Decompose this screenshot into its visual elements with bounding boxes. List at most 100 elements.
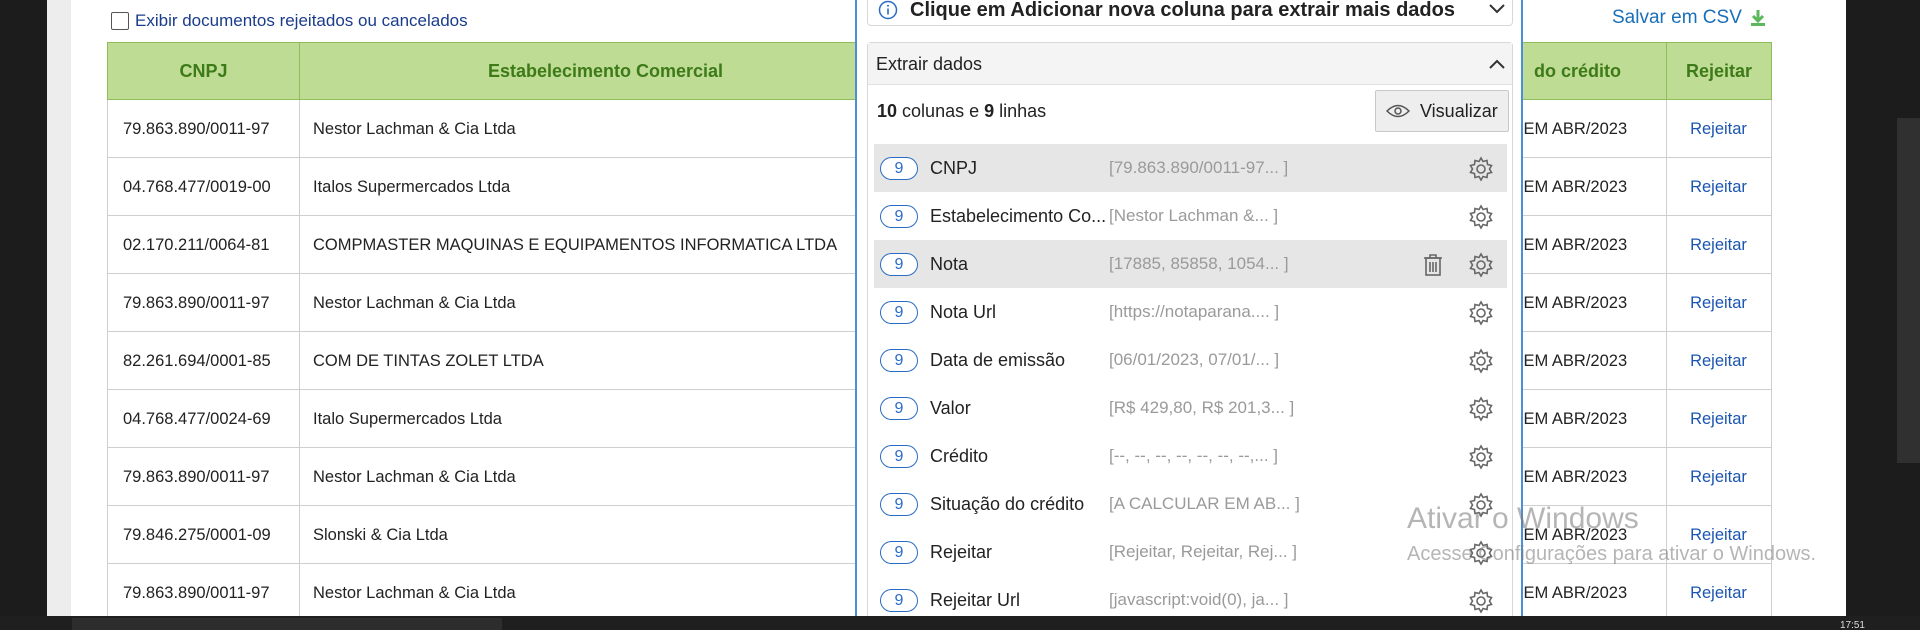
cell-situacao-credito: R EM ABR/2023 — [1507, 564, 1667, 622]
column-name: Estabelecimento Co... — [930, 206, 1107, 226]
cell-situacao-credito: R EM ABR/2023 — [1507, 332, 1667, 390]
download-icon — [1750, 10, 1765, 26]
cell-situacao-credito: R EM ABR/2023 — [1507, 158, 1667, 216]
header-situacao-credito: do crédito — [1507, 42, 1667, 100]
column-preview: [javascript:void(0), ja... ] — [1109, 590, 1289, 609]
reject-link[interactable]: Rejeitar — [1666, 390, 1772, 448]
reject-link[interactable]: Rejeitar — [1666, 100, 1772, 158]
column-preview: [https://notaparana.... ] — [1109, 302, 1280, 321]
cell-estabelecimento: Slonski & Cia Ltda — [299, 506, 912, 564]
reject-link[interactable]: Rejeitar — [1666, 332, 1772, 390]
column-preview: [R$ 429,80, R$ 201,3... ] — [1109, 398, 1295, 417]
column-count-badge: 9 — [880, 349, 918, 372]
column-item[interactable]: 9 Crédito [--, --, --, --, --, --, --,... … — [874, 432, 1507, 480]
header-estabelecimento: Estabelecimento Comercial — [299, 42, 912, 100]
cell-estabelecimento: COM DE TINTAS ZOLET LTDA — [299, 332, 912, 390]
cell-cnpj: 79.863.890/0011-97 — [107, 274, 300, 332]
activation-watermark-title: Ativar o Windows — [1407, 502, 1639, 535]
save-csv-label: Salvar em CSV — [1612, 7, 1742, 28]
trash-icon[interactable] — [1422, 252, 1444, 278]
reject-link[interactable]: Rejeitar — [1666, 216, 1772, 274]
column-name: Nota Url — [930, 302, 997, 322]
gear-icon[interactable] — [1468, 588, 1494, 614]
cell-cnpj: 79.846.275/0001-09 — [107, 506, 300, 564]
save-csv-link[interactable]: Salvar em CSV — [1612, 7, 1768, 29]
column-count-badge: 9 — [880, 445, 918, 468]
visualize-button[interactable]: Visualizar — [1375, 90, 1509, 132]
cell-estabelecimento: Italos Supermercados Ltda — [299, 158, 912, 216]
column-item[interactable]: 9 Estabelecimento Co... [Nestor Lachman &.… — [874, 192, 1507, 240]
cell-estabelecimento: Nestor Lachman & Cia Ltda — [299, 100, 912, 158]
header-cnpj: CNPJ — [107, 42, 300, 100]
column-name: Situação do crédito — [930, 494, 1085, 514]
column-item[interactable]: 9 CNPJ [79.863.890/0011-97... ] — [874, 144, 1507, 192]
activation-watermark-text: Acesse Configurações para ativar o Windo… — [1407, 543, 1817, 565]
chevron-down-icon[interactable] — [1488, 3, 1506, 15]
extract-section-header[interactable]: Extrair dados — [868, 43, 1512, 85]
column-preview: [06/01/2023, 07/01/... ] — [1109, 350, 1280, 369]
show-rejected-label: Exibir documentos rejeitados ou cancelad… — [135, 11, 468, 30]
gear-icon[interactable] — [1468, 348, 1494, 374]
summary-rows-word: linhas — [999, 101, 1047, 121]
column-name: Crédito — [930, 446, 989, 466]
gear-icon[interactable] — [1468, 396, 1494, 422]
column-name: Rejeitar Url — [930, 590, 1021, 610]
column-name: Valor — [930, 398, 971, 418]
column-item[interactable]: 9 Valor [R$ 429,80, R$ 201,3... ] — [874, 384, 1507, 432]
summary-cols: 10 — [877, 101, 898, 121]
cell-cnpj: 02.170.211/0064-81 — [107, 216, 300, 274]
reject-link[interactable]: Rejeitar — [1666, 448, 1772, 506]
column-count-badge: 9 — [880, 205, 918, 228]
column-count-badge: 9 — [880, 589, 918, 612]
cell-estabelecimento: Nestor Lachman & Cia Ltda — [299, 448, 912, 506]
info-icon — [878, 0, 898, 20]
gear-icon[interactable] — [1468, 300, 1494, 326]
column-count-badge: 9 — [880, 493, 918, 516]
column-preview: [--, --, --, --, --, --, --,... ] — [1109, 446, 1278, 465]
summary-rows: 9 — [984, 101, 995, 121]
cell-cnpj: 04.768.477/0019-00 — [107, 158, 300, 216]
visualize-label: Visualizar — [1420, 100, 1498, 121]
eye-icon — [1386, 104, 1410, 118]
column-preview: [Rejeitar, Rejeitar, Rej... ] — [1109, 542, 1298, 561]
reject-link[interactable]: Rejeitar — [1666, 564, 1772, 622]
section-title: Extrair dados — [876, 54, 983, 74]
column-item[interactable]: 9 Nota Url [https://notaparana.... ] — [874, 288, 1507, 336]
scrollbar-thumb[interactable] — [1897, 118, 1920, 463]
columns-rows-summary: 10 colunas e 9 linhas — [877, 101, 1046, 122]
cell-cnpj: 79.863.890/0011-97 — [107, 448, 300, 506]
column-preview: [A CALCULAR EM AB... ] — [1109, 494, 1300, 513]
gear-icon[interactable] — [1468, 204, 1494, 230]
column-preview: [79.863.890/0011-97... ] — [1109, 158, 1289, 177]
column-preview: [Nestor Lachman &... ] — [1109, 206, 1279, 225]
column-name: Nota — [930, 254, 969, 274]
reject-link[interactable]: Rejeitar — [1666, 274, 1772, 332]
column-count-badge: 9 — [880, 397, 918, 420]
reject-link[interactable]: Rejeitar — [1666, 158, 1772, 216]
column-count-badge: 9 — [880, 541, 918, 564]
cell-situacao-credito: R EM ABR/2023 — [1507, 216, 1667, 274]
column-name: Rejeitar — [930, 542, 993, 562]
cell-situacao-credito: R EM ABR/2023 — [1507, 390, 1667, 448]
column-item[interactable]: 9 Data de emissão [06/01/2023, 07/01/... ] — [874, 336, 1507, 384]
cell-situacao-credito: R EM ABR/2023 — [1507, 448, 1667, 506]
cell-cnpj: 79.863.890/0011-97 — [107, 564, 300, 622]
info-text: Clique em Adicionar nova coluna para ext… — [910, 0, 1455, 21]
column-count-badge: 9 — [880, 301, 918, 324]
cell-cnpj: 82.261.694/0001-85 — [107, 332, 300, 390]
gear-icon[interactable] — [1468, 156, 1494, 182]
column-item[interactable]: 9 Nota [17885, 85858, 1054... ] — [874, 240, 1507, 288]
info-banner[interactable]: Clique em Adicionar nova coluna para ext… — [867, 0, 1513, 26]
cell-estabelecimento: Italo Supermercados Ltda — [299, 390, 912, 448]
show-rejected-option[interactable]: Exibir documentos rejeitados ou cancelad… — [111, 11, 468, 31]
cell-estabelecimento: Nestor Lachman & Cia Ltda — [299, 274, 912, 332]
taskbar-search[interactable] — [72, 618, 502, 630]
summary-cols-word: colunas e — [902, 101, 980, 121]
cell-estabelecimento: Nestor Lachman & Cia Ltda — [299, 564, 912, 622]
show-rejected-checkbox[interactable] — [111, 12, 129, 30]
column-name: CNPJ — [930, 158, 978, 178]
gear-icon[interactable] — [1468, 252, 1494, 278]
chevron-up-icon[interactable] — [1488, 58, 1506, 70]
taskbar-clock: 17:51 — [1839, 620, 1865, 630]
gear-icon[interactable] — [1468, 444, 1494, 470]
